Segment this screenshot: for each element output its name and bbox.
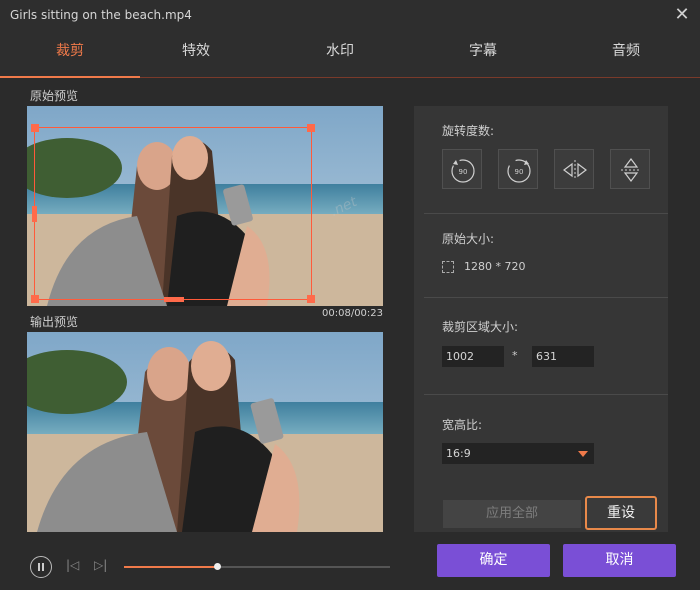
divider <box>424 213 668 214</box>
original-preview-label: 原始预览 <box>30 89 79 103</box>
progress-knob[interactable] <box>214 563 222 570</box>
svg-text:90: 90 <box>515 168 524 176</box>
progress-slider[interactable] <box>124 563 390 570</box>
flip-vertical-icon[interactable] <box>610 149 650 189</box>
original-size-value: 1280 * 720 <box>464 260 526 273</box>
tab-effects[interactable]: 特效 <box>126 30 266 76</box>
crop-height-input[interactable]: 631 <box>532 346 594 367</box>
reset-button[interactable]: 重设 <box>585 496 657 530</box>
main-area: 原始预览 00:08/00:23 输出预览 .net 旋转度数: 90 90 原… <box>0 79 700 590</box>
original-size-label: 原始大小: <box>442 232 495 246</box>
flip-horizontal-icon[interactable] <box>554 149 594 189</box>
rotate-label: 旋转度数: <box>442 124 495 138</box>
aspect-ratio-value: 16:9 <box>446 447 471 460</box>
chevron-down-icon <box>578 451 588 457</box>
next-frame-icon[interactable]: ▷| <box>94 558 107 572</box>
rotate-right-90-icon[interactable]: 90 <box>498 149 538 189</box>
rotate-left-90-icon[interactable]: 90 <box>442 149 482 189</box>
aspect-ratio-label: 宽高比: <box>442 418 483 432</box>
ok-button[interactable]: 确定 <box>437 544 550 577</box>
divider <box>424 297 668 298</box>
output-preview-label: 输出预览 <box>30 315 79 329</box>
title-bar: Girls sitting on the beach.mp4 ✕ <box>0 0 700 30</box>
original-size-row: 1280 * 720 <box>442 260 525 273</box>
pause-button[interactable] <box>30 556 52 578</box>
resolution-icon <box>442 261 454 273</box>
close-icon[interactable]: ✕ <box>670 3 694 27</box>
crop-handle-bottom-right[interactable] <box>307 295 315 303</box>
apply-all-button[interactable]: 应用全部 <box>443 500 581 528</box>
crop-width-input[interactable]: 1002 <box>442 346 504 367</box>
divider <box>424 394 668 395</box>
aspect-ratio-select[interactable]: 16:9 <box>442 443 594 464</box>
tab-crop[interactable]: 裁剪 <box>0 30 140 78</box>
crop-handle-bottom-left[interactable] <box>31 295 39 303</box>
crop-selection-box[interactable] <box>31 124 315 303</box>
crop-handle-top-right[interactable] <box>307 124 315 132</box>
svg-text:90: 90 <box>459 168 468 176</box>
progress-fill <box>124 566 218 568</box>
settings-panel: 旋转度数: 90 90 原始大小: 1280 * 720 裁剪区域大小: 100… <box>414 106 668 532</box>
previous-frame-icon[interactable]: |◁ <box>66 558 79 572</box>
playback-controls: |◁ ▷| <box>30 556 400 578</box>
crop-handle-bottom[interactable] <box>164 297 184 302</box>
output-preview <box>27 332 383 532</box>
output-video-frame <box>27 332 383 532</box>
tab-audio[interactable]: 音频 <box>556 30 696 76</box>
cancel-button[interactable]: 取消 <box>563 544 676 577</box>
crop-handle-top-left[interactable] <box>31 124 39 132</box>
crop-size-label: 裁剪区域大小: <box>442 320 519 334</box>
tab-subtitle[interactable]: 字幕 <box>413 30 553 76</box>
crop-handle-left[interactable] <box>32 206 37 222</box>
tab-watermark[interactable]: 水印 <box>270 30 410 76</box>
time-code: 00:08/00:23 <box>322 308 384 319</box>
crop-size-separator: * <box>512 349 518 362</box>
window-title: Girls sitting on the beach.mp4 <box>10 8 192 22</box>
tab-bar: 裁剪 特效 水印 字幕 音频 <box>0 30 700 78</box>
